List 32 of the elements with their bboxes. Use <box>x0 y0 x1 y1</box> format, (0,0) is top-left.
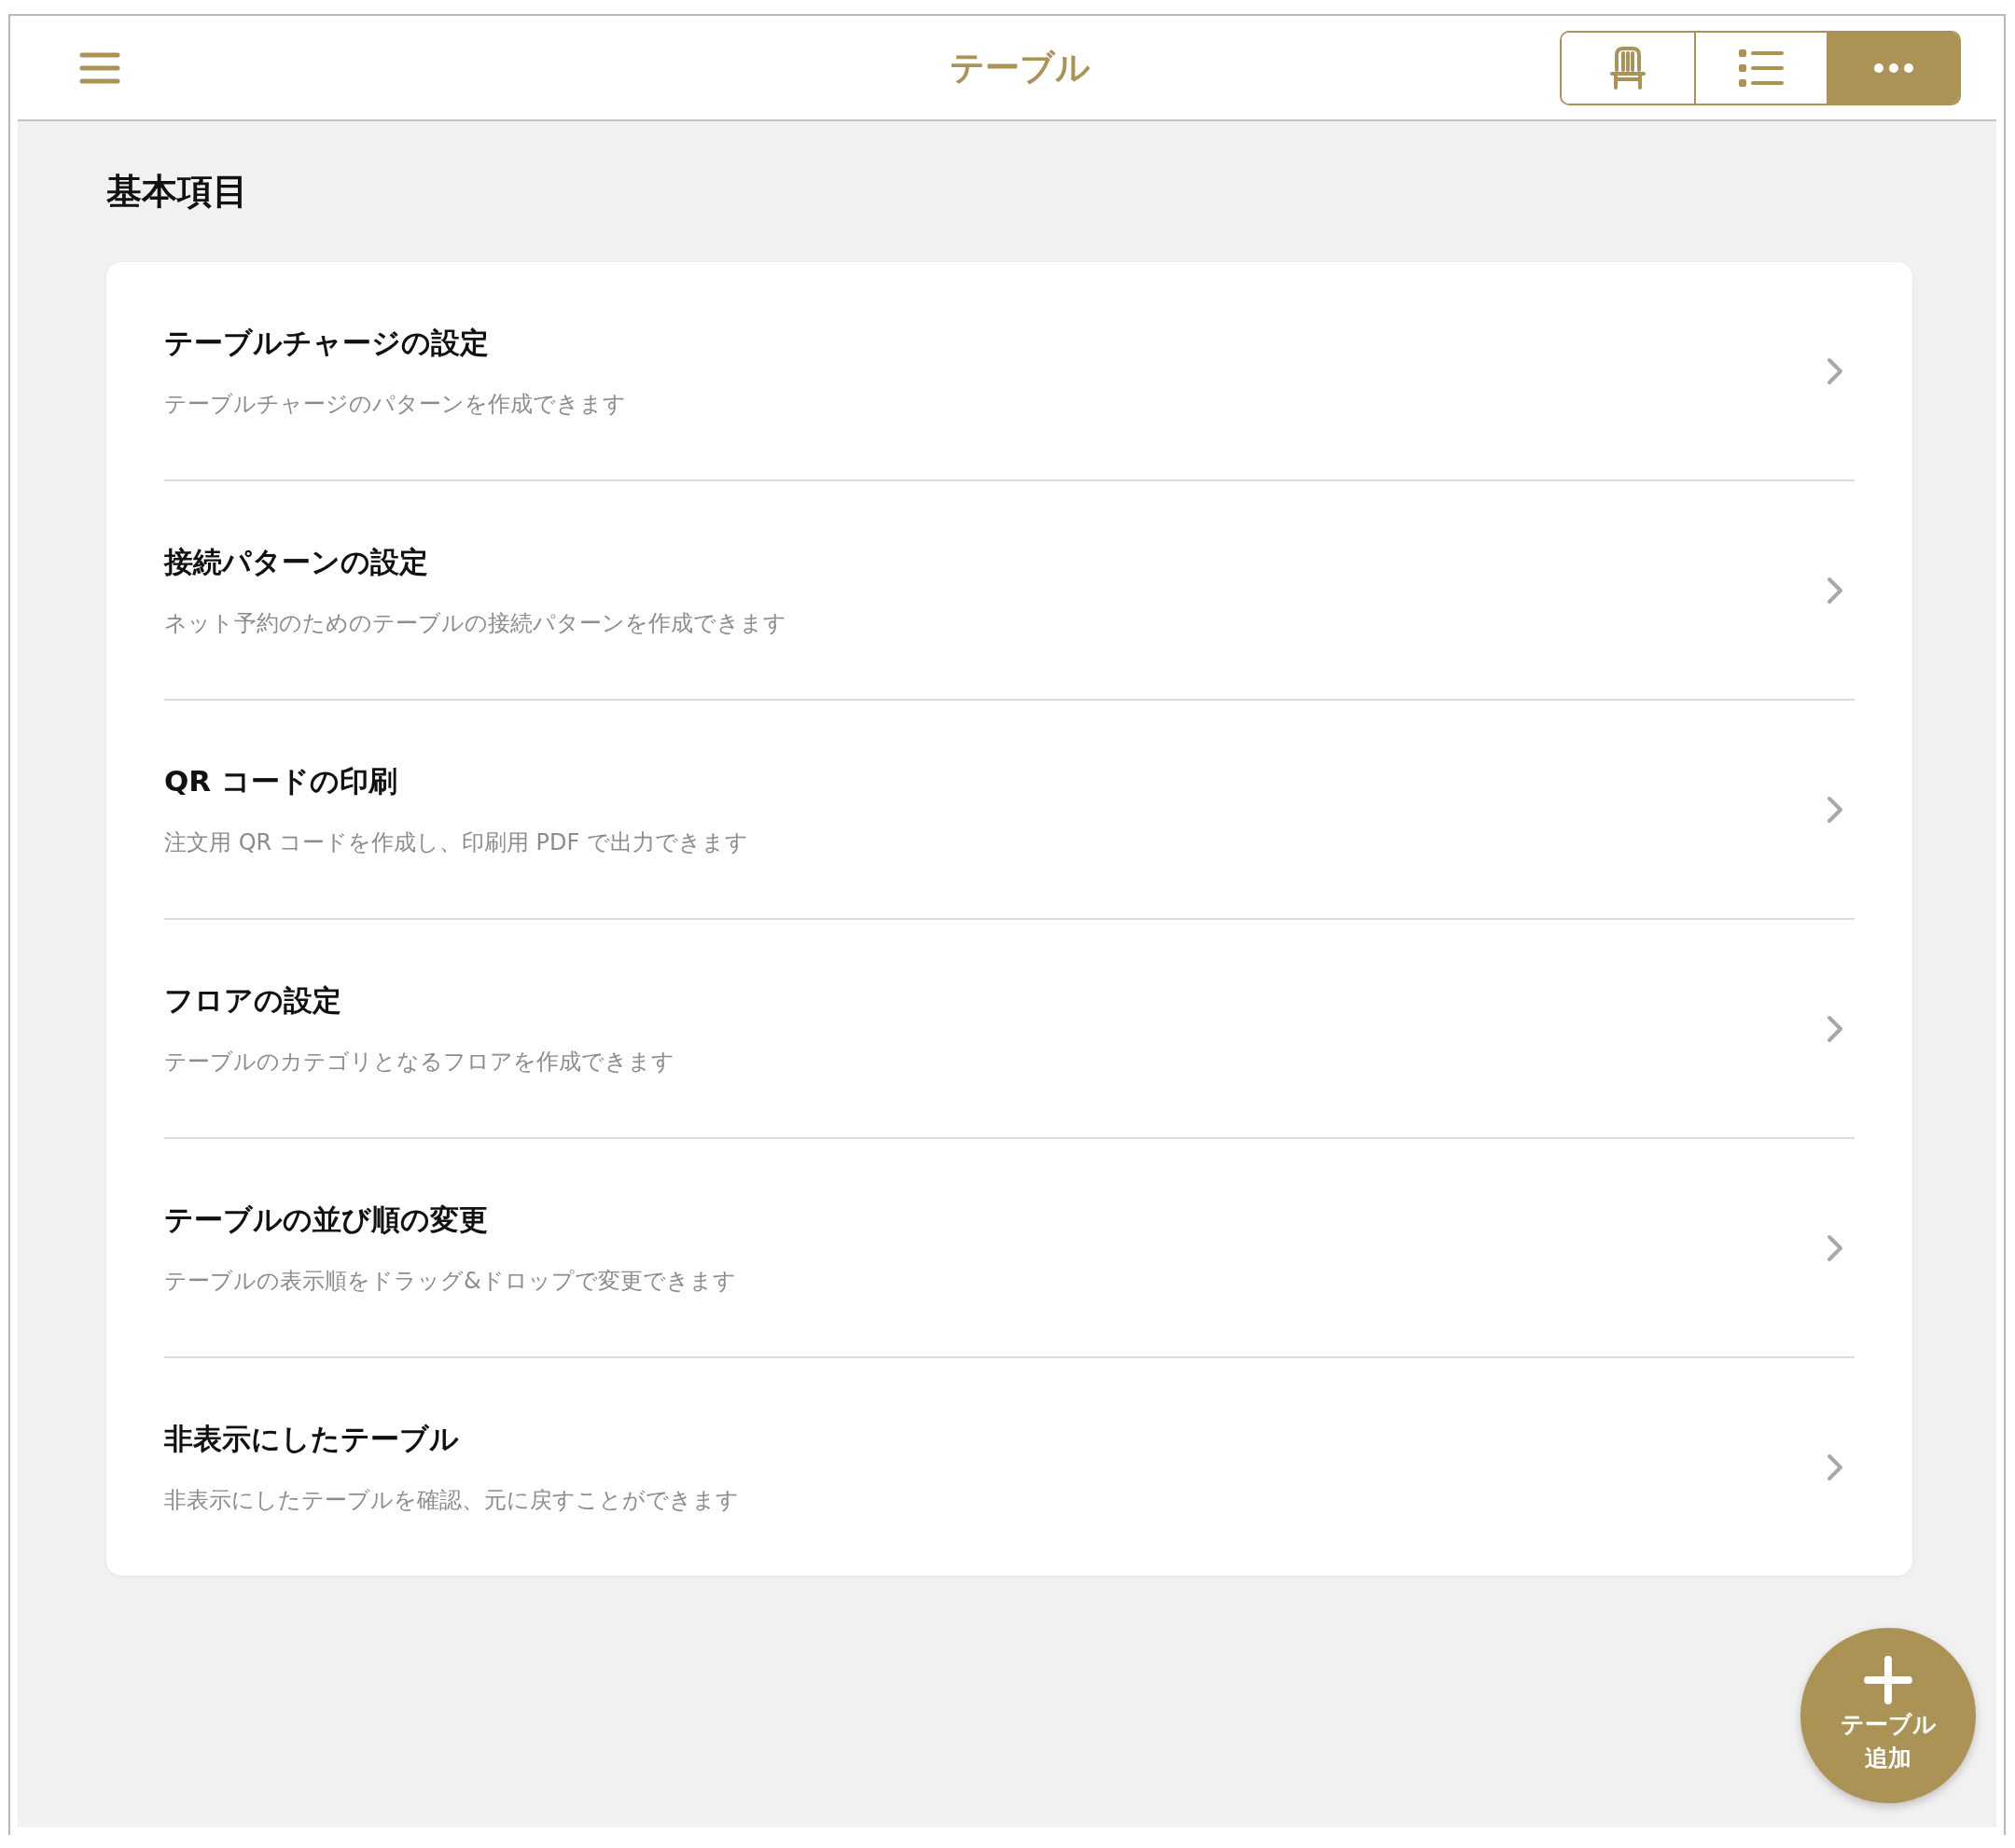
chevron-right-icon <box>1827 576 1843 604</box>
item-description: テーブルの表示順をドラッグ&ドロップで変更できます <box>164 1266 736 1296</box>
chevron-right-icon <box>1827 795 1843 824</box>
chevron-right-icon <box>1827 1014 1843 1043</box>
plus-icon <box>1864 1655 1912 1704</box>
chevron-right-icon <box>1827 356 1843 385</box>
chevron-right-icon <box>1827 1452 1843 1481</box>
settings-item[interactable]: 非表示にしたテーブル 非表示にしたテーブルを確認、元に戻すことができます <box>164 1356 1855 1576</box>
chevron-right-icon <box>1827 1233 1843 1262</box>
settings-item[interactable]: QR コードの印刷 注文用 QR コードを作成し、印刷用 PDF で出力できます <box>164 699 1855 918</box>
page-title: テーブル <box>950 46 1091 90</box>
more-icon <box>1874 63 1913 73</box>
menu-icon <box>79 50 120 85</box>
item-title: テーブルチャージの設定 <box>164 324 489 361</box>
item-title: テーブルの並び順の変更 <box>164 1201 488 1238</box>
settings-item[interactable]: テーブルチャージの設定 テーブルチャージのパターンを作成できます <box>164 262 1855 479</box>
item-description: テーブルのカテゴリとなるフロアを作成できます <box>164 1047 674 1077</box>
item-title: 接続パターンの設定 <box>164 543 428 580</box>
item-description: 注文用 QR コードを作成し、印刷用 PDF で出力できます <box>164 827 748 857</box>
item-description: ネット予約のためのテーブルの接続パターンを作成できます <box>164 608 786 638</box>
list-icon <box>1739 48 1784 88</box>
settings-item[interactable]: フロアの設定 テーブルのカテゴリとなるフロアを作成できます <box>164 918 1855 1137</box>
item-title: QR コードの印刷 <box>164 762 398 799</box>
item-title: フロアの設定 <box>164 981 341 1019</box>
item-description: 非表示にしたテーブルを確認、元に戻すことができます <box>164 1485 739 1515</box>
settings-item[interactable]: テーブルの並び順の変更 テーブルの表示順をドラッグ&ドロップで変更できます <box>164 1137 1855 1356</box>
item-title: 非表示にしたテーブル <box>164 1420 459 1457</box>
settings-item[interactable]: 接続パターンの設定 ネット予約のためのテーブルの接続パターンを作成できます <box>164 479 1855 699</box>
item-description: テーブルチャージのパターンを作成できます <box>164 389 626 419</box>
section-title: 基本項目 <box>106 170 249 214</box>
view-tab[interactable] <box>1827 32 1959 104</box>
chair-icon <box>1608 45 1647 90</box>
